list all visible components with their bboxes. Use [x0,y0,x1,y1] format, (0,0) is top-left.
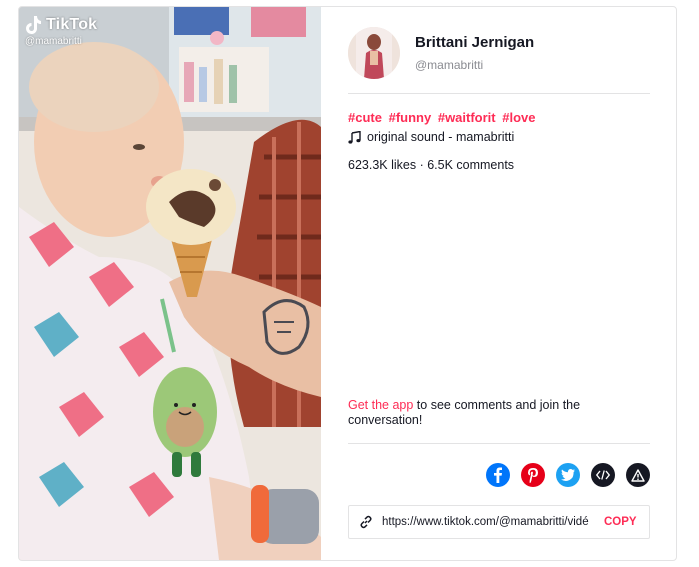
tiktok-watermark: TikTok @mamabritti [25,15,97,47]
hashtag-link[interactable]: #funny [389,110,432,125]
video-player[interactable]: TikTok @mamabritti [19,7,321,560]
embed-share-button[interactable] [591,463,615,487]
author-display-name[interactable]: Brittani Jernigan [415,34,534,51]
avatar[interactable] [348,27,400,79]
pinterest-share-button[interactable] [521,463,545,487]
divider [348,443,650,444]
music-note-icon [348,130,361,144]
get-app-prompt: Get the app to see comments and join the… [348,398,628,428]
twitter-icon [561,469,575,481]
get-app-link[interactable]: Get the app [348,398,413,412]
twitter-share-button[interactable] [556,463,580,487]
report-button[interactable] [626,463,650,487]
watermark-brand: TikTok [46,16,98,33]
facebook-share-button[interactable] [486,463,510,487]
embed-code-icon [596,470,610,480]
tiktok-embed-card: TikTok @mamabritti Brittani Jernigan @ma… [18,6,677,561]
video-info-panel: Brittani Jernigan @mamabritti #cute #fun… [321,7,676,560]
tiktok-logo-icon [26,16,41,34]
hashtag-link[interactable]: #cute [348,110,382,125]
engagement-stats: 623.3K likes · 6.5K comments [348,158,515,172]
sound-label: original sound - mamabritti [367,130,515,144]
author-handle[interactable]: @mamabritti [415,58,534,72]
copy-link-button[interactable]: COPY [604,516,637,528]
hashtag-link[interactable]: #waitforit [438,110,496,125]
report-warning-icon [631,468,645,482]
author-profile[interactable]: Brittani Jernigan @mamabritti [348,27,534,79]
facebook-icon [494,467,502,483]
pinterest-icon [528,468,538,483]
watermark-handle: @mamabritti [25,36,82,47]
link-icon [359,515,373,529]
video-frame [19,7,321,560]
share-link-box: https://www.tiktok.com/@mamabritti/vidé … [348,505,650,539]
sound-row[interactable]: original sound - mamabritti [348,130,514,144]
share-url-field[interactable]: https://www.tiktok.com/@mamabritti/vidé [382,516,589,528]
hashtag-link[interactable]: #love [502,110,535,125]
share-buttons [486,463,650,487]
avatar-image [348,27,400,79]
caption-hashtags: #cute #funny #waitforit #love [348,110,539,125]
author-names: Brittani Jernigan @mamabritti [415,34,534,72]
divider [348,93,650,94]
